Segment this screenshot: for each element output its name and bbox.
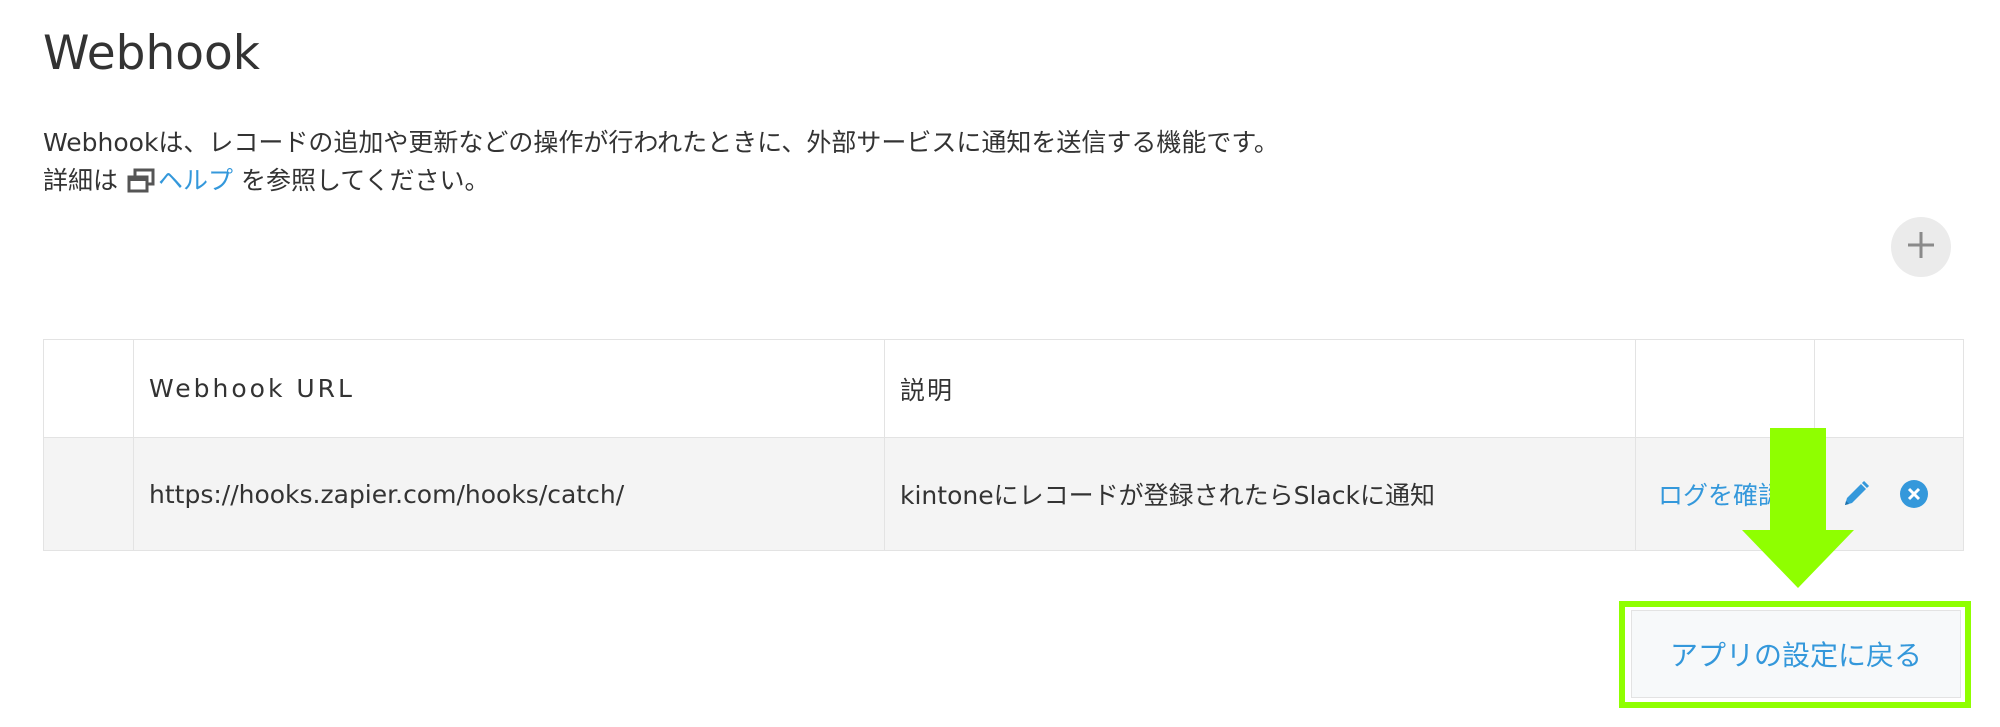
- popup-window-icon: [126, 167, 156, 205]
- table-header-log: [1635, 339, 1815, 438]
- table-header-actions: [1814, 339, 1964, 438]
- intro-line-2: 詳細は ヘルプ を参照してください。: [43, 162, 1279, 205]
- down-arrow-annotation: [1742, 428, 1854, 592]
- table-header-description: 説明: [884, 339, 1636, 438]
- plus-icon: [1904, 228, 1938, 266]
- help-link[interactable]: ヘルプ: [158, 166, 233, 195]
- table-row: https://hooks.zapier.com/hooks/catch/ ki…: [43, 437, 1964, 551]
- intro-line-2-suffix: を参照してください。: [233, 166, 490, 195]
- table-header-row: Webhook URL 説明: [43, 339, 1964, 438]
- page-title: Webhook: [43, 26, 260, 81]
- add-webhook-button[interactable]: [1891, 217, 1951, 277]
- close-circle-icon[interactable]: [1899, 479, 1929, 509]
- webhook-url-cell: https://hooks.zapier.com/hooks/catch/: [133, 437, 885, 551]
- intro-text: Webhookは、レコードの追加や更新などの操作が行われたときに、外部サービスに…: [43, 124, 1279, 205]
- intro-line-1: Webhookは、レコードの追加や更新などの操作が行われたときに、外部サービスに…: [43, 128, 1279, 157]
- intro-line-2-prefix: 詳細は: [43, 166, 119, 195]
- table-header-url: Webhook URL: [133, 339, 885, 438]
- webhook-table: Webhook URL 説明 https://hooks.zapier.com/…: [43, 339, 1964, 551]
- row-blank-cell: [43, 437, 134, 551]
- table-header-blank: [43, 339, 134, 438]
- webhook-description-cell: kintoneにレコードが登録されたらSlackに通知: [884, 437, 1636, 551]
- back-to-app-settings-button[interactable]: アプリの設定に戻る: [1631, 610, 1961, 698]
